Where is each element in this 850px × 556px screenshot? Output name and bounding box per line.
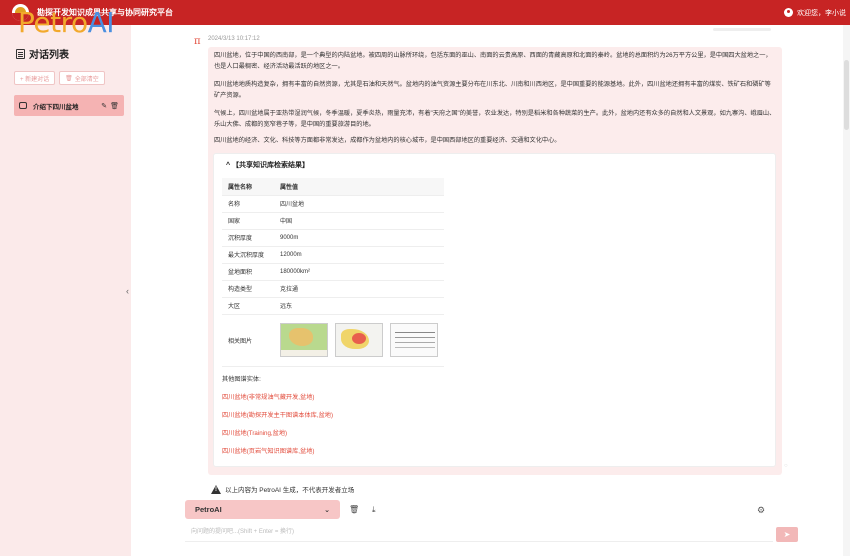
knowledge-result-toggle[interactable]: ^ 【共享知识库检索结果】: [226, 160, 309, 170]
entity-link[interactable]: 四川盆地(勘探开发主干图谱本体库,盆地): [222, 410, 333, 419]
disclaimer: 以上内容为 PetroAI 生成，不代表开发者立场: [211, 484, 354, 494]
table-row: 大区 远东: [222, 297, 444, 315]
column-header: 属性名称: [222, 178, 274, 196]
conversation-item[interactable]: 介绍下四川盆地 ✎ 🗑: [14, 95, 124, 116]
delete-icon[interactable]: 🗑: [110, 102, 119, 110]
send-button[interactable]: ➤: [776, 527, 798, 542]
chat-icon: [19, 102, 27, 109]
table-row: 盆地面积 180000km²: [222, 263, 444, 281]
gear-icon[interactable]: ⚙: [757, 505, 765, 516]
table-row: 沉积厚度 9000m: [222, 229, 444, 247]
table-row: 国家 中国: [222, 212, 444, 230]
message-paragraph: 四川盆地地质构造复杂，拥有丰富的自然资源，尤其是石油和天然气。盆地内的油气资源主…: [214, 81, 771, 99]
trash-icon[interactable]: 🗑: [349, 505, 359, 514]
attribute-table: 属性名称 属性值 名称 四川盆地 国家 中国 沉积厚度 9000m 最大沉积厚度 120…: [222, 178, 444, 367]
list-icon: [16, 48, 25, 59]
other-entities-label: 其他图谱实体:: [222, 376, 261, 383]
table-header-row: 属性名称 属性值: [222, 178, 444, 196]
message-paragraph: 四川盆地，位于中国的西南部，是一个典型的内陆盆地。被四周的山脉所环绕，包括东面的…: [214, 52, 772, 70]
scroll-indicator: [713, 28, 771, 31]
conversation-label: 介绍下四川盆地: [33, 103, 79, 111]
message-paragraph: 气候上，四川盆地属于亚热带湿润气候，冬季温暖，夏季炎热，雨量充沛，有着"天府之国…: [214, 110, 776, 128]
basin-map-thumbnail[interactable]: [280, 323, 328, 357]
chevron-down-icon: ⌄: [324, 506, 330, 514]
user-icon: [784, 8, 793, 17]
entity-link[interactable]: 四川盆地(非常规油气藏开发,盆地): [222, 392, 314, 401]
scroll-dot: ○: [784, 463, 788, 469]
entity-link[interactable]: 四川盆地(页岩气知识图谱库,盆地): [222, 446, 314, 455]
trash-icon: 🗑: [65, 75, 73, 82]
chat-input[interactable]: 向问题的提问吧...(Shift + Enter = 换行): [185, 522, 773, 542]
warning-icon: [211, 484, 221, 494]
table-row: 名称 四川盆地: [222, 195, 444, 213]
new-chat-button[interactable]: + 新建对话: [14, 71, 56, 85]
user-greeting[interactable]: 欢迎您，李小说: [797, 8, 846, 18]
conversation-list-heading: 对话列表: [16, 46, 69, 61]
brand-logo: PetroAI: [18, 6, 115, 39]
assistant-avatar: π: [194, 36, 201, 47]
clear-all-button[interactable]: 🗑 全部清空: [59, 71, 105, 85]
top-bar: 勘探开发知识成果共享与协同研究平台 欢迎您，李小说: [0, 0, 850, 25]
message-timestamp: 2024/3/13 10:17:12: [208, 36, 260, 42]
collapse-sidebar-icon[interactable]: ‹: [126, 286, 129, 296]
table-row: 最大沉积厚度 12000m: [222, 246, 444, 264]
table-row: 相关图片: [222, 314, 444, 367]
column-header: 属性值: [274, 178, 444, 196]
geology-map-thumbnail[interactable]: [335, 323, 383, 357]
message-paragraph: 四川盆地的经济、文化、科技等方面都非常发达，成都作为盆地内的核心城市，是中国西部…: [214, 137, 561, 144]
download-icon[interactable]: ⤓: [372, 505, 376, 515]
entity-link[interactable]: 四川盆地(Training,盆地): [222, 428, 287, 437]
scrollbar-thumb[interactable]: [844, 60, 849, 130]
send-icon: ➤: [783, 530, 791, 539]
model-select[interactable]: PetroAI ⌄: [185, 500, 340, 519]
edit-icon[interactable]: ✎: [101, 102, 107, 110]
user-menu[interactable]: 欢迎您，李小说: [784, 0, 846, 25]
table-row: 构造类型 克拉通: [222, 280, 444, 298]
section-diagram-thumbnail[interactable]: [390, 323, 438, 357]
